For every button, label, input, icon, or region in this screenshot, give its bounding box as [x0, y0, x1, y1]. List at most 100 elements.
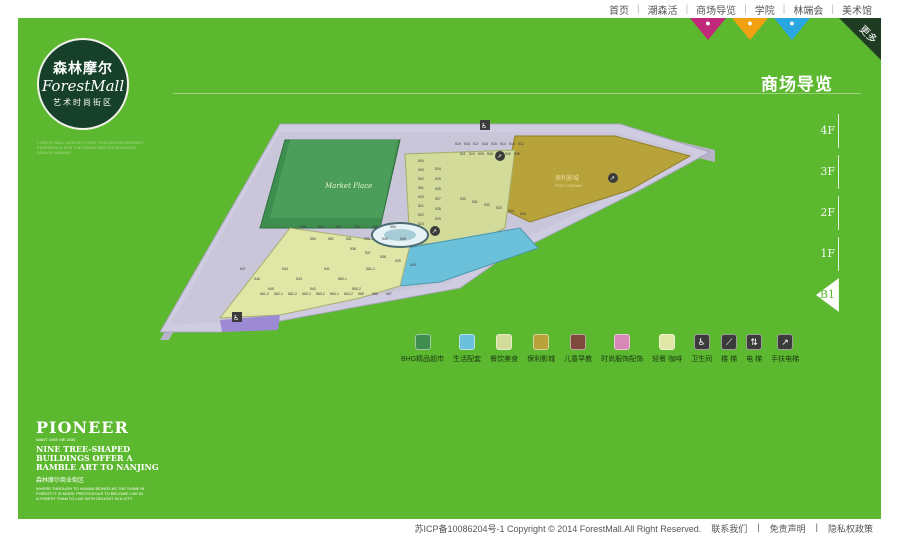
- legend-item[interactable]: ⇅ 电 梯: [746, 334, 763, 364]
- map-unit-label[interactable]: 514: [500, 142, 506, 146]
- map-unit-label[interactable]: 559: [300, 225, 306, 229]
- map-unit-label[interactable]: 563-1: [302, 292, 311, 296]
- map-unit-label[interactable]: 544: [282, 267, 288, 271]
- map-unit-label[interactable]: 560-2: [352, 287, 361, 291]
- map-unit-label[interactable]: 554: [390, 225, 396, 229]
- map-unit-label[interactable]: 566: [372, 292, 378, 296]
- floor-1f[interactable]: 1F: [816, 237, 839, 271]
- map-unit-label[interactable]: 560-1: [338, 277, 347, 281]
- floor-b1[interactable]: B1: [816, 278, 839, 312]
- map-unit-label[interactable]: 539: [395, 259, 401, 263]
- map-unit-label[interactable]: 509: [478, 152, 484, 156]
- nav-gallery[interactable]: 美术馆: [834, 2, 880, 17]
- map-unit-label[interactable]: 527: [435, 197, 441, 201]
- map-unit-label[interactable]: 521: [418, 204, 424, 208]
- map-unit-label[interactable]: 564-1: [330, 292, 339, 296]
- map-unit-label[interactable]: 504: [418, 159, 424, 163]
- map-unit-label[interactable]: 557: [336, 225, 342, 229]
- map-unit-label[interactable]: 537: [365, 251, 371, 255]
- nav-home[interactable]: 首页: [601, 2, 637, 17]
- map-unit-label[interactable]: 528: [435, 207, 441, 211]
- map-unit-label[interactable]: 556: [354, 225, 360, 229]
- map-unit-label[interactable]: 518: [464, 142, 470, 146]
- map-unit-label[interactable]: 525: [435, 177, 441, 181]
- map-unit-label[interactable]: 548: [400, 237, 406, 241]
- map-unit-label[interactable]: 550: [364, 237, 370, 241]
- map-restroom-icon[interactable]: ♿: [480, 120, 490, 130]
- legend-item[interactable]: 生活配套: [453, 334, 481, 364]
- legend-item[interactable]: 保利影城: [527, 334, 555, 364]
- map-unit-label[interactable]: 558: [318, 225, 324, 229]
- map-unit-label[interactable]: 562-2: [288, 292, 297, 296]
- map-unit-label[interactable]: 529: [435, 217, 441, 221]
- map-unit-label[interactable]: 561-2: [260, 292, 269, 296]
- map-unit-label[interactable]: 552: [328, 237, 334, 241]
- map-unit-label[interactable]: 516: [482, 142, 488, 146]
- map-unit-label[interactable]: 546: [254, 277, 260, 281]
- map-unit-label[interactable]: 532: [484, 203, 490, 207]
- map-unit-label[interactable]: 515: [491, 142, 497, 146]
- map-unit-label[interactable]: 565: [358, 292, 364, 296]
- map-escalator-icon[interactable]: ↗: [608, 173, 618, 183]
- map-unit-label[interactable]: 533: [496, 206, 502, 210]
- map-unit-label[interactable]: 526: [435, 187, 441, 191]
- map-unit-label[interactable]: 502: [418, 177, 424, 181]
- map-unit-label[interactable]: 549: [382, 237, 388, 241]
- map-unit-label[interactable]: 507: [496, 152, 502, 156]
- map-unit-label[interactable]: 562-1: [274, 292, 283, 296]
- nav-club[interactable]: 林端会: [785, 2, 831, 17]
- map-restroom-icon[interactable]: ♿: [232, 312, 242, 322]
- map-unit-label[interactable]: 553: [310, 237, 316, 241]
- floor-3f[interactable]: 3F: [816, 155, 839, 189]
- map-unit-label[interactable]: 555: [372, 225, 378, 229]
- map-escalator-icon[interactable]: ↗: [430, 226, 440, 236]
- legend-item[interactable]: 时尚服饰配饰: [601, 334, 643, 364]
- map-unit-label[interactable]: 524: [435, 167, 441, 171]
- disclaimer-link[interactable]: 免责声明: [765, 522, 811, 535]
- legend-item[interactable]: BHG精品超市: [401, 334, 444, 364]
- map-unit-label[interactable]: 510: [469, 152, 475, 156]
- legend-item[interactable]: 轻餐 咖啡: [652, 334, 682, 364]
- weibo-icon[interactable]: ●: [690, 18, 726, 40]
- floor-2f[interactable]: 2F: [816, 196, 839, 230]
- map-unit-label[interactable]: 541: [324, 267, 330, 271]
- map-unit-label[interactable]: 543: [296, 277, 302, 281]
- map-unit-label[interactable]: 519: [455, 142, 461, 146]
- map-unit-label[interactable]: 503: [418, 168, 424, 172]
- map-unit-label[interactable]: 567: [386, 292, 392, 296]
- more-button[interactable]: 更多: [839, 18, 881, 60]
- nav-mall-guide[interactable]: 商场导览: [688, 2, 744, 17]
- nav-academy[interactable]: 学院: [747, 2, 783, 17]
- map-unit-label[interactable]: 501: [418, 186, 424, 190]
- map-unit-label[interactable]: 540: [410, 263, 416, 267]
- map-unit-label[interactable]: 538: [380, 255, 386, 259]
- map-unit-label[interactable]: 513: [509, 142, 515, 146]
- map-unit-label[interactable]: 536: [350, 247, 356, 251]
- contact-link[interactable]: 联系我们: [706, 522, 752, 535]
- legend-item[interactable]: ♿ 卫生间: [691, 334, 712, 364]
- map-unit-label[interactable]: 564-2: [344, 292, 353, 296]
- map-unit-label[interactable]: 531: [472, 200, 478, 204]
- legend-item[interactable]: ⟋ 楼 梯: [721, 334, 738, 364]
- map-unit-label[interactable]: 551: [346, 237, 352, 241]
- brand-logo[interactable]: 森林摩尔 ForestMall 艺术时尚街区: [37, 38, 129, 130]
- map-unit-label[interactable]: 563-2: [316, 292, 325, 296]
- map-unit-label[interactable]: 505: [514, 152, 520, 156]
- legend-item[interactable]: 餐饮美食: [490, 334, 518, 364]
- map-unit-label[interactable]: 545: [268, 287, 274, 291]
- map-unit-label[interactable]: 520: [418, 195, 424, 199]
- legend-item[interactable]: ↗ 手扶电梯: [771, 334, 799, 364]
- map-unit-label[interactable]: 547: [240, 267, 246, 271]
- legend-item[interactable]: 儿童早教: [564, 334, 592, 364]
- map-unit-label[interactable]: 542: [310, 287, 316, 291]
- nav-lifestyle[interactable]: 潮森活: [640, 2, 686, 17]
- map-unit-label[interactable]: 512: [518, 142, 524, 146]
- map-unit-label[interactable]: 508: [487, 152, 493, 156]
- map-unit-label[interactable]: 534: [508, 209, 514, 213]
- map-unit-label[interactable]: 522: [418, 213, 424, 217]
- map-unit-label[interactable]: 523: [418, 222, 424, 226]
- map-unit-label[interactable]: 517: [473, 142, 479, 146]
- weixin-icon[interactable]: ●: [732, 18, 768, 40]
- tencent-icon[interactable]: ●: [774, 18, 810, 40]
- privacy-link[interactable]: 隐私权政策: [823, 522, 878, 535]
